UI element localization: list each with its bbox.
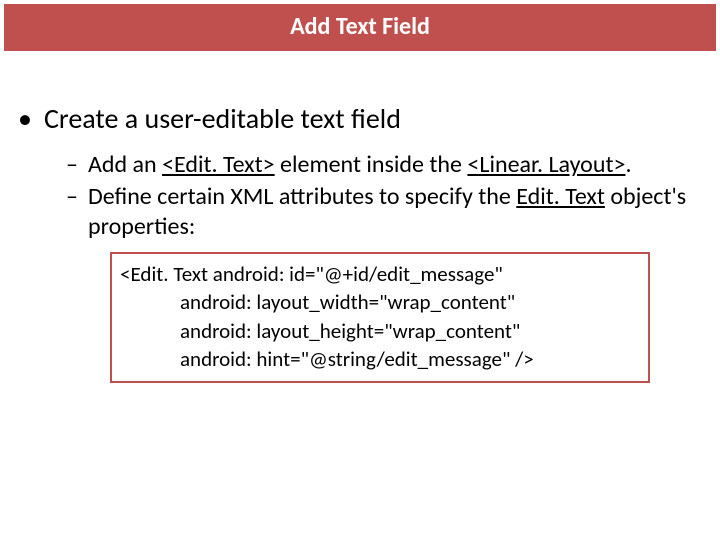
code-line: android: layout_width="wrap_content" <box>120 288 640 316</box>
text-fragment: element inside the <box>275 150 468 179</box>
slide-title: Add Text Field <box>4 4 716 51</box>
text-fragment: Define certain XML attributes to specify… <box>88 182 516 211</box>
bullet-level1-text: Create a user-editable text field <box>44 101 401 136</box>
text-fragment: Add an <box>88 150 162 179</box>
code-line: android: layout_height="wrap_content" <box>120 317 640 345</box>
bullet-level2-text: Define certain XML attributes to specify… <box>88 182 702 242</box>
bullet-level2: – Add an <Edit. Text> element inside the… <box>66 150 702 180</box>
code-snippet-box: <Edit. Text android: id="@+id/edit_messa… <box>110 252 650 383</box>
code-line: <Edit. Text android: id="@+id/edit_messa… <box>120 261 503 287</box>
bullet-level1: • Create a user-editable text field <box>18 101 702 136</box>
slide-body: • Create a user-editable text field – Ad… <box>0 51 720 383</box>
bullet-dash-icon: – <box>66 182 88 242</box>
underlined-text: Edit. Text <box>516 182 605 211</box>
code-line: android: hint="@string/edit_message" /> <box>120 345 640 373</box>
bullet-level2-text: Add an <Edit. Text> element inside the <… <box>88 150 702 180</box>
bullet-dot-icon: • <box>18 101 44 136</box>
underlined-text: <Edit. Text> <box>162 150 275 179</box>
text-fragment: . <box>625 150 631 179</box>
bullet-level2: – Define certain XML attributes to speci… <box>66 182 702 242</box>
underlined-text: <Linear. Layout> <box>467 150 625 179</box>
bullet-dash-icon: – <box>66 150 88 180</box>
